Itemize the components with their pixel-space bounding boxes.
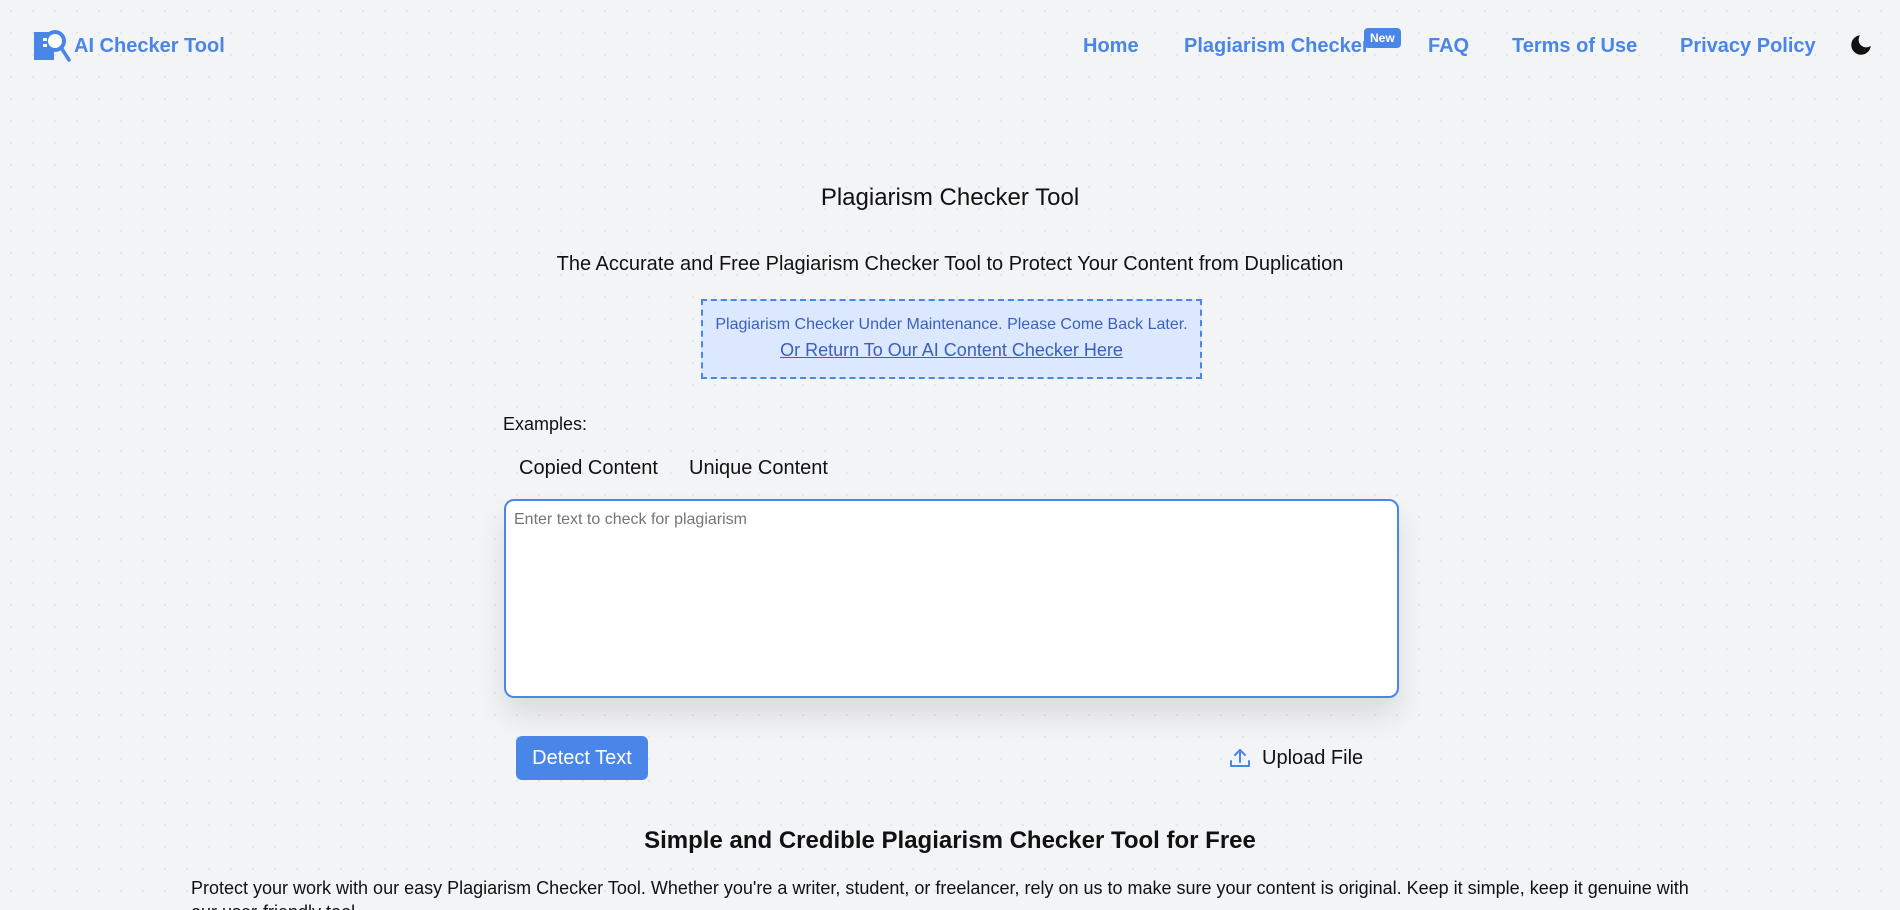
- logo-text: AI Checker Tool: [74, 34, 225, 57]
- new-badge: New: [1364, 28, 1401, 48]
- examples-label: Examples:: [503, 414, 588, 434]
- nav-privacy-policy[interactable]: Privacy Policy: [1680, 35, 1816, 58]
- section-body: Protect your work with our easy Plagiari…: [191, 878, 1689, 910]
- nav-home[interactable]: Home: [1083, 35, 1139, 58]
- section-heading: Simple and Credible Plagiarism Checker T…: [644, 827, 1256, 854]
- detect-text-button[interactable]: Detect Text: [516, 736, 648, 780]
- page-title: Plagiarism Checker Tool: [820, 184, 1080, 211]
- nav-terms-of-use[interactable]: Terms of Use: [1512, 35, 1637, 58]
- logo-link[interactable]: AI Checker Tool: [32, 26, 225, 66]
- nav-faq[interactable]: FAQ: [1428, 35, 1469, 58]
- theme-toggle-button[interactable]: [1848, 32, 1874, 58]
- moon-icon: [1851, 35, 1871, 55]
- ai-checker-link[interactable]: Or Return To Our AI Content Checker Here: [780, 340, 1123, 361]
- example-copied-content[interactable]: Copied Content: [519, 457, 658, 480]
- upload-file-button[interactable]: Upload File: [1228, 743, 1363, 773]
- page-subtitle: The Accurate and Free Plagiarism Checker…: [556, 253, 1344, 275]
- logo-icon: [32, 26, 72, 66]
- site-header: AI Checker Tool Home Plagiarism Checker …: [0, 0, 1900, 95]
- upload-icon: [1230, 749, 1250, 767]
- maintenance-notice: Plagiarism Checker Under Maintenance. Pl…: [701, 299, 1202, 379]
- example-unique-content[interactable]: Unique Content: [689, 457, 828, 480]
- nav-plagiarism-checker[interactable]: Plagiarism Checker: [1184, 35, 1370, 58]
- upload-file-label: Upload File: [1262, 746, 1364, 769]
- maintenance-message: Plagiarism Checker Under Maintenance. Pl…: [715, 316, 1188, 333]
- plagiarism-text-input[interactable]: [504, 499, 1399, 698]
